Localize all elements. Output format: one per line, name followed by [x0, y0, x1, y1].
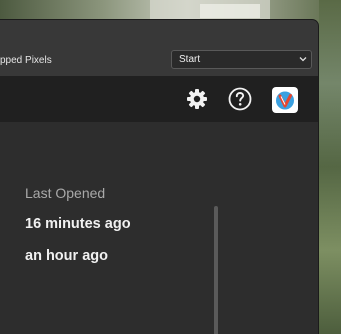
app-window: pped Pixels Start Last Opened 16 minutes… — [0, 20, 318, 334]
start-dropdown[interactable]: Start — [171, 50, 312, 69]
recent-item-time[interactable]: 16 minutes ago — [25, 216, 131, 232]
recent-item-time[interactable]: an hour ago — [25, 248, 108, 264]
app-logo-icon[interactable] — [272, 87, 298, 113]
desktop-background: pped Pixels Start Last Opened 16 minutes… — [0, 0, 341, 334]
help-icon[interactable] — [228, 87, 252, 111]
v-logo-icon — [276, 91, 294, 110]
chevron-down-icon — [299, 57, 307, 62]
options-bar: pped Pixels Start — [0, 20, 318, 76]
recent-files-panel: Last Opened 16 minutes ago an hour ago — [0, 122, 318, 334]
start-dropdown-value: Start — [179, 54, 201, 65]
toolbar — [0, 76, 318, 122]
cropped-pixels-option-label[interactable]: pped Pixels — [0, 55, 52, 66]
scrollbar[interactable] — [214, 206, 218, 334]
background-photo-right — [319, 0, 341, 334]
gear-icon[interactable] — [186, 88, 208, 110]
last-opened-column-header[interactable]: Last Opened — [25, 185, 105, 201]
